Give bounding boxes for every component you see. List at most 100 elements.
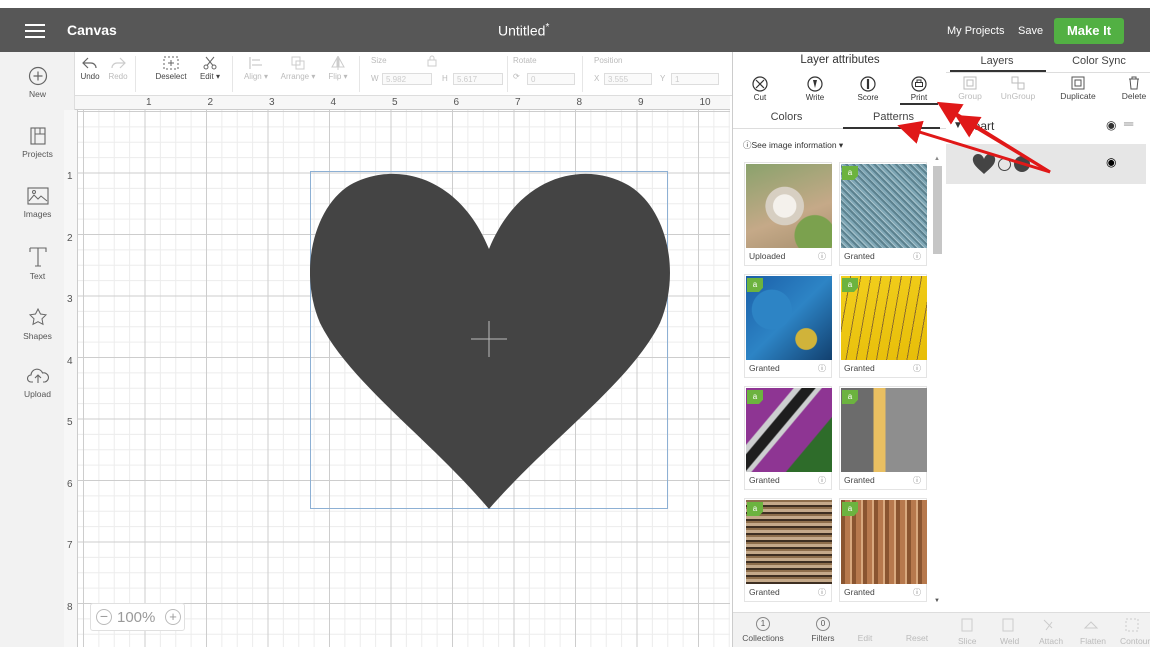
chevron-down-icon: ▾ [213, 72, 221, 81]
ruler-y-tick: 1 [67, 171, 73, 182]
align-button[interactable]: Align ▾ [240, 56, 272, 81]
info-icon[interactable]: ⓘ [913, 587, 921, 598]
group-button[interactable]: Group [946, 76, 994, 101]
heart-shape[interactable] [310, 171, 670, 511]
layer-item-heart[interactable]: ◉ [946, 144, 1146, 184]
pattern-grid: Uploaded ⓘ a Granted ⓘ a Granted ⓘ a Gra… [741, 160, 931, 608]
sidebar-label: Text [29, 271, 46, 281]
rotate-icon: ⟳ [513, 72, 520, 81]
pattern-card[interactable]: a Granted ⓘ [744, 274, 832, 378]
make-it-button[interactable]: Make It [1054, 18, 1124, 44]
tab-layers[interactable]: Layers [946, 55, 1048, 67]
color-swatch[interactable] [1014, 156, 1030, 172]
sidebar-item-new[interactable]: New [0, 66, 75, 99]
filters-count: 0 [816, 617, 830, 631]
undo-button[interactable]: Undo [78, 56, 102, 81]
filters-button[interactable]: 0 Filters [793, 617, 853, 643]
see-image-information[interactable]: ⓘSee image information ▾ [743, 139, 843, 151]
toolbar-divider [359, 56, 360, 92]
ungroup-button[interactable]: UnGroup [994, 76, 1042, 101]
flatten-button[interactable]: Flatten [1080, 636, 1106, 646]
x-input[interactable]: 3.555 [604, 73, 652, 85]
ruler-x-tick: 4 [330, 97, 337, 108]
info-icon[interactable]: ⓘ [818, 363, 826, 374]
layers-footer: Slice Weld Attach Flatten Contour [946, 612, 1150, 647]
zoom-control: − 100% + [90, 603, 185, 631]
cut-icon [752, 76, 768, 92]
collections-button[interactable]: 1 Collections [733, 617, 793, 643]
eye-icon[interactable]: ◉ [1106, 118, 1116, 132]
attach-button[interactable]: Attach [1039, 636, 1063, 646]
write-label: Write [805, 93, 825, 102]
width-input[interactable]: 5.982 [382, 73, 432, 85]
chevron-down-icon: ▾ [836, 140, 844, 150]
pattern-card[interactable]: a Granted ⓘ [839, 498, 927, 602]
cut-label: Cut [753, 93, 767, 102]
ruler-y-tick: 4 [67, 355, 73, 367]
document-title[interactable]: Untitled* [498, 22, 549, 39]
info-icon[interactable]: ⓘ [818, 251, 826, 262]
edit-pattern-button[interactable]: Edit [845, 633, 885, 643]
eye-icon[interactable]: ◉ [1106, 155, 1116, 169]
edit-button[interactable]: Edit ▾ [197, 56, 223, 81]
pattern-card[interactable]: a Granted ⓘ [744, 498, 832, 602]
pattern-card[interactable]: a Granted ⓘ [839, 162, 927, 266]
chevron-down-icon: ▾ [309, 72, 316, 81]
cut-button[interactable]: Cut [742, 76, 778, 102]
info-icon[interactable]: ⓘ [913, 251, 921, 262]
menu-lines-icon[interactable]: ═ [1124, 116, 1133, 131]
redo-label: Redo [108, 72, 128, 81]
info-icon[interactable]: ⓘ [818, 587, 826, 598]
plus-circle-icon [28, 66, 47, 86]
weld-button[interactable]: Weld [1000, 636, 1019, 646]
layer-group-row[interactable]: ▼ Heart ◉ ═ [946, 116, 1150, 144]
pattern-card[interactable]: a Granted ⓘ [839, 274, 927, 378]
arrange-button[interactable]: Arrange ▾ [279, 56, 317, 81]
my-projects-link[interactable]: My Projects [947, 25, 1004, 37]
horizontal-ruler: 1 2 3 4 5 6 7 8 9 10 [75, 96, 730, 110]
save-link[interactable]: Save [1018, 25, 1043, 37]
write-button[interactable]: Write [797, 76, 833, 102]
zoom-out-button[interactable]: − [96, 609, 112, 625]
scroll-up-icon[interactable]: ▲ [934, 156, 940, 162]
sidebar-label: Upload [24, 389, 51, 399]
design-canvas[interactable] [78, 110, 730, 647]
score-button[interactable]: Score [850, 76, 886, 102]
zoom-in-button[interactable]: + [165, 609, 181, 625]
tab-patterns[interactable]: Patterns [840, 111, 947, 123]
menu-icon[interactable] [25, 24, 45, 38]
scrollbar-thumb[interactable] [933, 166, 942, 254]
info-icon[interactable]: ⓘ [913, 363, 921, 374]
redo-button[interactable]: Redo [107, 56, 129, 81]
slice-button[interactable]: Slice [958, 636, 976, 646]
y-input[interactable]: 1 [671, 73, 719, 85]
info-icon[interactable]: ⓘ [818, 475, 826, 486]
pattern-card[interactable]: a Granted ⓘ [744, 386, 832, 490]
ruler-x-tick: 2 [207, 97, 214, 108]
ruler-x-tick: 1 [146, 97, 152, 108]
rotate-input[interactable]: 0 [527, 73, 575, 85]
height-input[interactable]: 5.617 [453, 73, 503, 85]
filters-label: Filters [811, 633, 835, 643]
pattern-label: Granted [749, 475, 780, 485]
projects-icon [29, 127, 46, 145]
flip-icon [331, 56, 345, 70]
modified-mark: * [545, 22, 550, 33]
pattern-card[interactable]: a Granted ⓘ [839, 386, 927, 490]
ruler-x-tick: 3 [269, 97, 275, 108]
delete-button[interactable]: Delete [1114, 76, 1150, 101]
print-button[interactable]: Print [901, 76, 937, 102]
flip-button[interactable]: Flip ▾ [325, 56, 351, 81]
tab-colors[interactable]: Colors [733, 111, 840, 123]
deselect-button[interactable]: Deselect [153, 56, 189, 81]
pattern-scrollbar[interactable]: ▲ ▼ [932, 156, 942, 606]
contour-button[interactable]: Contour [1120, 636, 1150, 646]
pattern-card[interactable]: Uploaded ⓘ [744, 162, 832, 266]
duplicate-button[interactable]: Duplicate [1054, 76, 1102, 101]
tab-color-sync[interactable]: Color Sync [1048, 55, 1150, 67]
scroll-down-icon[interactable]: ▼ [934, 598, 940, 604]
score-label: Score [857, 93, 879, 102]
lock-icon[interactable] [427, 54, 437, 67]
info-icon[interactable]: ⓘ [913, 475, 921, 486]
reset-button[interactable]: Reset [895, 633, 939, 643]
